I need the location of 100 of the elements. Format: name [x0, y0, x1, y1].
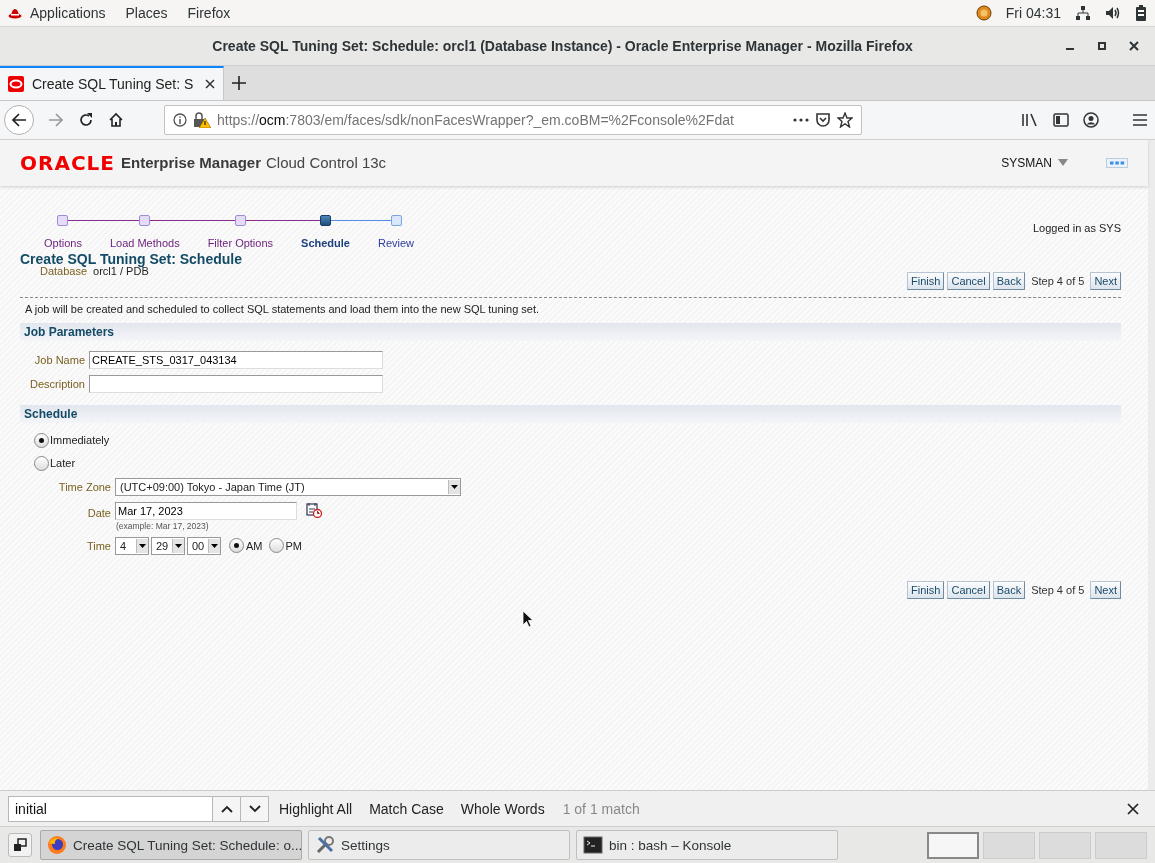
train-step-label[interactable]: Options — [30, 236, 96, 249]
more-icon[interactable] — [793, 117, 809, 122]
library-icon[interactable] — [1021, 111, 1039, 128]
menu-item[interactable]: Applications — [30, 5, 106, 21]
time-zone-dropdown[interactable]: (UTC+09:00) Tokyo - Japan Time (JT) — [115, 477, 461, 496]
workspace-button[interactable] — [927, 831, 979, 859]
calendar-icon[interactable] — [306, 501, 322, 518]
find-field[interactable]: initial — [8, 795, 213, 822]
wizard-button[interactable]: Back — [992, 580, 1026, 599]
train-step-label[interactable]: Load Methods — [95, 236, 194, 249]
maximize-icon[interactable] — [1097, 40, 1107, 51]
taskbar-item[interactable]: Settings — [308, 830, 570, 860]
product-name: Enterprise Manager — [120, 154, 261, 172]
home-icon[interactable] — [108, 111, 124, 128]
previous-match-button[interactable] — [213, 795, 241, 822]
close-icon[interactable] — [1129, 40, 1139, 51]
wizard-button[interactable]: Finish — [907, 580, 945, 599]
next-button[interactable]: Next — [1090, 580, 1121, 599]
account-icon[interactable] — [1083, 111, 1099, 128]
taskbar-item-label: Settings — [341, 837, 390, 853]
mouse-cursor-icon — [522, 609, 534, 628]
caret-icon[interactable] — [1058, 159, 1068, 167]
battery-icon[interactable] — [1135, 5, 1147, 21]
show-desktop-button[interactable] — [8, 833, 32, 857]
train-step-label[interactable]: Schedule — [287, 236, 364, 249]
radio-label[interactable]: Immediately — [50, 434, 110, 447]
text-field[interactable] — [89, 374, 383, 393]
volume-icon[interactable] — [1105, 5, 1121, 21]
date-hint: (example: Mar 17, 2023) — [116, 520, 210, 531]
chevron-down-icon — [248, 804, 261, 813]
star-icon[interactable] — [837, 111, 853, 128]
terminal-icon — [583, 836, 603, 854]
windows-icon — [13, 838, 27, 852]
find-option[interactable]: Match Case — [369, 800, 444, 817]
sidebar-icon[interactable] — [1053, 111, 1069, 128]
dots-icon[interactable] — [1106, 157, 1128, 168]
close-icon[interactable] — [1127, 802, 1139, 815]
find-option[interactable]: Highlight All — [279, 800, 353, 817]
field-label: Job Name — [33, 353, 85, 366]
network-icon[interactable] — [1075, 5, 1091, 21]
chevron-up-icon — [220, 804, 233, 813]
hour-dropdown[interactable]: 4 — [115, 536, 149, 555]
reload-icon[interactable] — [78, 111, 94, 128]
menu-icon[interactable] — [1133, 113, 1147, 126]
lock-warning-icon[interactable] — [193, 111, 211, 128]
caret-icon — [211, 543, 218, 548]
radio-label[interactable]: PM — [285, 539, 302, 552]
wizard-button[interactable]: Back — [992, 271, 1026, 290]
radio-button[interactable] — [229, 538, 244, 554]
address-bar[interactable]: https://ocm:7803/em/faces/sdk/nonFacesWrapper?_em.coBM=%2Fconsole%2Fdat — [164, 104, 862, 135]
user-menu[interactable]: SYSMAN — [1001, 155, 1052, 170]
train-step-label[interactable]: Review — [363, 236, 429, 249]
wizard-button[interactable]: Cancel — [947, 580, 990, 599]
radio-label[interactable]: Later — [50, 457, 76, 470]
caret-icon — [139, 543, 146, 548]
next-match-button[interactable] — [241, 795, 269, 822]
radio-label[interactable]: AM — [246, 539, 263, 552]
train-step-label[interactable]: Filter Options — [193, 236, 288, 249]
info-icon[interactable] — [173, 112, 187, 127]
tools-icon — [315, 835, 335, 855]
close-icon[interactable] — [205, 78, 215, 89]
train-step-marker[interactable] — [57, 215, 69, 227]
intro-text: A job will be created and scheduled to collect SQL statements and load them into the new SQL tuning set. — [25, 302, 541, 315]
clock[interactable]: Fri 04:31 — [1005, 5, 1061, 21]
menu-item[interactable]: Firefox — [187, 5, 231, 21]
taskbar-item[interactable]: bin : bash – Konsole — [576, 830, 838, 860]
radio-button[interactable] — [268, 538, 284, 554]
wizard-button[interactable]: Cancel — [947, 271, 990, 290]
taskbar-item-label: bin : bash – Konsole — [609, 837, 732, 853]
login-status: Logged in as SYS — [1032, 221, 1121, 236]
forward-arrow-icon[interactable] — [48, 111, 64, 128]
text-field[interactable]: CREATE_STS_0317_043134 — [89, 350, 383, 369]
train-step-marker[interactable] — [390, 215, 402, 227]
oracle-logo: ORACLE — [20, 150, 115, 175]
back-button[interactable] — [4, 104, 34, 135]
field-label: Date — [86, 506, 111, 519]
train-step-marker[interactable] — [234, 215, 246, 227]
date-field[interactable]: Mar 17, 2023 — [115, 501, 297, 520]
browser-tab[interactable]: Create SQL Tuning Set: S — [0, 65, 224, 100]
new-tab-icon[interactable] — [232, 75, 246, 90]
find-option[interactable]: Whole Words — [460, 800, 545, 817]
radio-button[interactable] — [34, 455, 49, 471]
pocket-icon[interactable] — [815, 111, 831, 128]
step-indicator: Step 4 of 5 — [1031, 583, 1085, 596]
field-label: Time — [85, 539, 111, 552]
circle-icon — [975, 5, 992, 21]
menu-item[interactable]: Places — [125, 5, 168, 21]
taskbar-item[interactable]: Create SQL Tuning Set: Schedule: o... — [40, 830, 302, 860]
url-text: https://ocm:7803/em/faces/sdk/nonFacesWrapper?_em.coBM=%2Fconsole%2Fdat — [217, 111, 735, 128]
taskbar-item-label: Create SQL Tuning Set: Schedule: o... — [73, 837, 303, 853]
next-button[interactable]: Next — [1090, 271, 1121, 290]
radio-button[interactable] — [34, 432, 49, 448]
train-step-marker[interactable] — [320, 215, 331, 227]
train-step-marker[interactable] — [139, 215, 151, 227]
minute-dropdown[interactable]: 29 — [151, 536, 185, 555]
second-dropdown[interactable]: 00 — [187, 536, 221, 555]
window-title: Create SQL Tuning Set: Schedule: orcl1 (Database Instance) - Oracle Enterprise Manager - Mozilla Firefox — [211, 37, 914, 54]
wizard-button[interactable]: Finish — [907, 271, 945, 290]
section-header: Job Parameters — [20, 322, 1121, 341]
match-count: 1 of 1 match — [562, 800, 640, 817]
